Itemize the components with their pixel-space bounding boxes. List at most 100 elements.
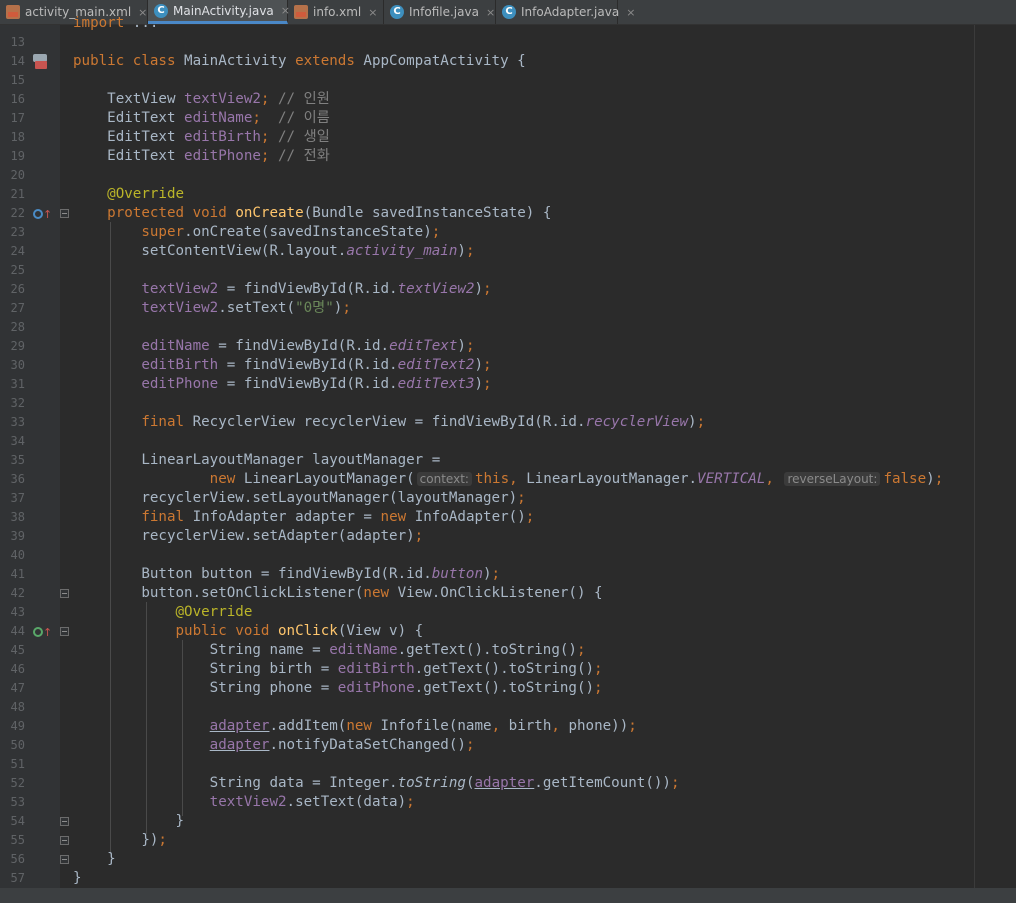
code-text: protected void onCreate(Bundle savedInst… — [107, 205, 552, 221]
code-line[interactable]: 22 ↑ protected void onCreate(Bundle saved… — [0, 204, 1016, 223]
line-number: 16 — [10, 92, 25, 106]
code-line[interactable]: 56 } — [0, 850, 1016, 869]
code-text: String name = editName.getText().toStrin… — [73, 642, 586, 658]
line-number: 13 — [10, 35, 25, 49]
line-number: 26 — [10, 282, 25, 296]
code-line[interactable]: 37 recyclerView.setLayoutManager(layoutM… — [0, 489, 1016, 508]
code-text: Button button = findViewById(R.id.button… — [73, 566, 501, 582]
fold-marker-icon[interactable] — [60, 855, 69, 864]
line-number: 34 — [10, 434, 25, 448]
code-line[interactable]: 39 recyclerView.setAdapter(adapter); — [0, 527, 1016, 546]
line-number: 39 — [10, 529, 25, 543]
code-line[interactable]: 29 editName = findViewById(R.id.editText… — [0, 337, 1016, 356]
fold-marker-icon[interactable] — [60, 627, 69, 636]
code-line[interactable]: 25 — [0, 261, 1016, 280]
code-text: textView2.setText(data); — [209, 794, 415, 810]
code-line[interactable]: 49 adapter.addItem(new Infofile(name, bi… — [0, 717, 1016, 736]
run-class-icon[interactable] — [33, 54, 49, 70]
code-line[interactable]: 27 textView2.setText("0명"); — [0, 299, 1016, 318]
code-line[interactable]: 26 textView2 = findViewById(R.id.textVie… — [0, 280, 1016, 299]
line-number: 53 — [10, 795, 25, 809]
code-line[interactable]: 30 editBirth = findViewById(R.id.editTex… — [0, 356, 1016, 375]
code-line[interactable]: 53 textView2.setText(data); — [0, 793, 1016, 812]
code-line[interactable]: 57} — [0, 869, 1016, 888]
line-number: 15 — [10, 73, 25, 87]
code-text: adapter.addItem(new Infofile(name, birth… — [209, 718, 637, 734]
line-number: 48 — [10, 700, 25, 714]
fold-marker-icon[interactable] — [60, 589, 69, 598]
fold-marker-icon[interactable] — [60, 817, 69, 826]
code-text: EditText editPhone; // 전화 — [73, 148, 330, 164]
code-text: LinearLayoutManager layoutManager = — [73, 452, 441, 468]
code-line[interactable]: 28 — [0, 318, 1016, 337]
code-line[interactable]: import ... — [0, 14, 1016, 33]
line-number: 36 — [10, 472, 25, 486]
code-text: EditText editBirth; // 생일 — [73, 129, 330, 145]
line-number: 41 — [10, 567, 25, 581]
code-line[interactable]: 15 — [0, 71, 1016, 90]
code-line[interactable]: 18 EditText editBirth; // 생일 — [0, 128, 1016, 147]
code-line[interactable]: 19 EditText editPhone; // 전화 — [0, 147, 1016, 166]
fold-marker-icon[interactable] — [60, 209, 69, 218]
line-number: 47 — [10, 681, 25, 695]
code-line[interactable]: 41 Button button = findViewById(R.id.but… — [0, 565, 1016, 584]
code-line[interactable]: 16 TextView textView2; // 인원 — [0, 90, 1016, 109]
code-line[interactable]: 44 ↑ public void onClick(View v) { — [0, 622, 1016, 641]
line-number: 30 — [10, 358, 25, 372]
code-text: public void onClick(View v) { — [175, 623, 424, 639]
code-line[interactable]: 20 — [0, 166, 1016, 185]
code-line[interactable]: 50 adapter.notifyDataSetChanged(); — [0, 736, 1016, 755]
code-line[interactable]: 46 String birth = editBirth.getText().to… — [0, 660, 1016, 679]
code-line[interactable]: 40 — [0, 546, 1016, 565]
code-line[interactable]: 13 — [0, 33, 1016, 52]
code-line[interactable]: 52 String data = Integer.toString(adapte… — [0, 774, 1016, 793]
code-line[interactable]: 21 @Override — [0, 185, 1016, 204]
line-number: 45 — [10, 643, 25, 657]
code-text: } — [73, 870, 82, 886]
implement-method-icon[interactable]: ↑ — [33, 625, 52, 639]
code-text: editBirth = findViewById(R.id.editText2)… — [141, 357, 492, 373]
code-line[interactable]: 32 — [0, 394, 1016, 413]
fold-marker-icon[interactable] — [60, 836, 69, 845]
code-line[interactable]: 48 — [0, 698, 1016, 717]
code-text: import ... — [73, 15, 159, 31]
line-number: 14 — [10, 54, 25, 68]
code-line[interactable]: 38 final InfoAdapter adapter = new InfoA… — [0, 508, 1016, 527]
code-line[interactable]: 17 EditText editName; // 이름 — [0, 109, 1016, 128]
code-line[interactable]: 35 LinearLayoutManager layoutManager = — [0, 451, 1016, 470]
code-line[interactable]: 34 — [0, 432, 1016, 451]
code-text: final InfoAdapter adapter = new InfoAdap… — [141, 509, 535, 525]
code-text: } — [73, 851, 116, 867]
line-number: 21 — [10, 187, 25, 201]
code-text: @Override — [107, 186, 185, 202]
code-text: recyclerView.setLayoutManager(layoutMana… — [73, 490, 526, 506]
code-line[interactable]: 43 @Override — [0, 603, 1016, 622]
horizontal-scrollbar[interactable] — [0, 888, 1016, 903]
code-line[interactable]: 36 new LinearLayoutManager(context: this,… — [0, 470, 1016, 489]
code-line[interactable]: 31 editPhone = findViewById(R.id.editTex… — [0, 375, 1016, 394]
code-line[interactable]: 14 public class MainActivity extends AppC… — [0, 52, 1016, 71]
override-method-icon[interactable]: ↑ — [33, 207, 52, 221]
line-number: 25 — [10, 263, 25, 277]
code-line[interactable]: 54 } — [0, 812, 1016, 831]
code-line[interactable]: 42 button.setOnClickListener(new View.On… — [0, 584, 1016, 603]
code-line[interactable]: 47 String phone = editPhone.getText().to… — [0, 679, 1016, 698]
code-text: String data = Integer.toString(adapter.g… — [73, 775, 680, 791]
line-number: 52 — [10, 776, 25, 790]
line-number: 31 — [10, 377, 25, 391]
line-number: 20 — [10, 168, 25, 182]
code-text: textView2.setText("0명"); — [141, 300, 351, 316]
code-line[interactable]: 23 super.onCreate(savedInstanceState); — [0, 223, 1016, 242]
line-number: 22 — [10, 206, 25, 220]
code-line[interactable]: 45 String name = editName.getText().toSt… — [0, 641, 1016, 660]
line-number: 51 — [10, 757, 25, 771]
code-line[interactable]: 33 final RecyclerView recyclerView = fin… — [0, 413, 1016, 432]
code-line[interactable]: 51 — [0, 755, 1016, 774]
code-line[interactable]: 24 setContentView(R.layout.activity_main… — [0, 242, 1016, 261]
code-text: String phone = editPhone.getText().toStr… — [73, 680, 603, 696]
line-number: 56 — [10, 852, 25, 866]
line-number: 28 — [10, 320, 25, 334]
code-line[interactable]: 55 }); — [0, 831, 1016, 850]
code-text: textView2 = findViewById(R.id.textView2)… — [141, 281, 492, 297]
line-number: 42 — [10, 586, 25, 600]
